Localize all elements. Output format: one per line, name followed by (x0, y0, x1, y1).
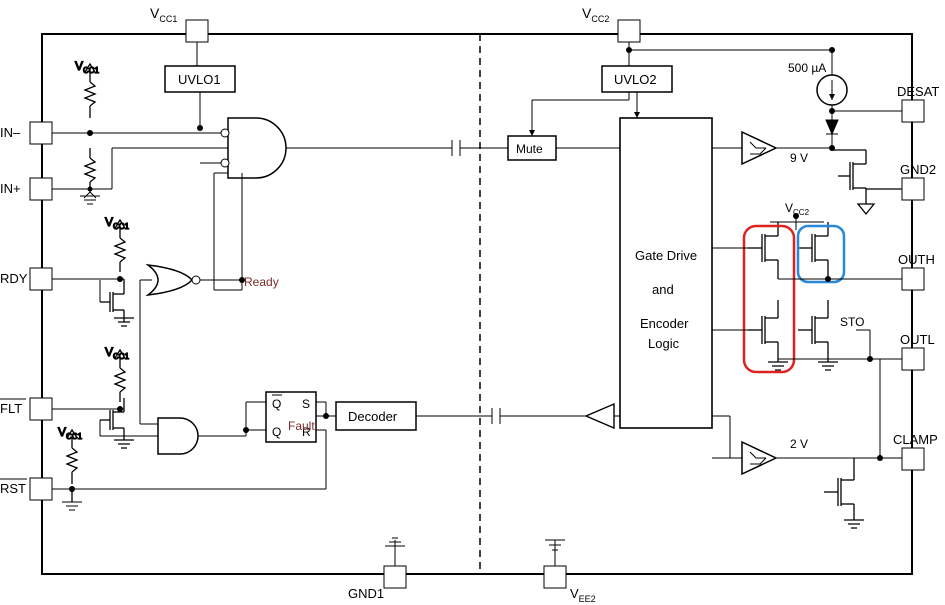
buffer-reverse-icon (586, 404, 614, 428)
pin-outl (902, 348, 924, 370)
label-gnd1: GND1 (348, 586, 384, 601)
pin-clamp (902, 448, 924, 470)
label-vcc2: VCC2 (582, 5, 609, 24)
and-gate (200, 118, 286, 290)
svg-text:9 V: 9 V (790, 151, 808, 165)
label-vcc1: VCC1 (150, 5, 177, 24)
highlight-blue (798, 226, 844, 282)
svg-text:UVLO1: UVLO1 (178, 72, 221, 87)
svg-text:GND2: GND2 (900, 162, 936, 177)
pin-flt (30, 398, 52, 420)
svg-text:Encoder: Encoder (640, 316, 689, 331)
label-vee2: VEE2 (570, 586, 596, 604)
svg-text:FLT: FLT (0, 401, 22, 416)
svg-text:CLAMP: CLAMP (893, 432, 938, 447)
mosfet-gnd2 (838, 150, 874, 214)
pin-vee2 (544, 566, 566, 588)
mosfet-outh-hs-a (748, 222, 778, 279)
svg-text:IN–: IN– (0, 125, 21, 140)
left-pin-group: IN– IN+ RDY FLT RST (0, 122, 52, 500)
vee2-symbol (545, 540, 565, 566)
right-pin-group: DESAT GND2 OUTH OUTL CLAMP (893, 84, 939, 470)
block-diagram: VCC1 VCC2 GND1 VEE2 IN– IN+ RDY FLT RST … (0, 0, 945, 605)
svg-text:IN+: IN+ (0, 181, 21, 196)
svg-text:Mute: Mute (516, 142, 543, 156)
svg-text:Logic: Logic (648, 336, 680, 351)
pin-vcc1 (186, 20, 208, 42)
diode-icon (826, 120, 838, 134)
label-sto: STO (840, 315, 864, 329)
svg-text:Q: Q (272, 425, 281, 439)
output-mosfets (748, 150, 902, 370)
comparator-9v (742, 132, 776, 164)
svg-text:VCC1: VCC1 (105, 215, 130, 231)
svg-text:500 µA: 500 µA (788, 61, 826, 75)
block-gate-drive (620, 118, 712, 428)
isolation-cap-rev (492, 408, 500, 424)
comparator-2v (742, 442, 776, 474)
mosfet-flt (100, 398, 134, 448)
pin-vcc2 (618, 20, 640, 42)
svg-text:S: S (302, 397, 310, 411)
isolation-cap-fwd (452, 140, 460, 156)
pin-in-minus (30, 122, 52, 144)
pin-rst (30, 478, 52, 500)
svg-text:VCC1: VCC1 (105, 345, 130, 361)
svg-text:and: and (652, 282, 674, 297)
pin-gnd1 (384, 566, 406, 588)
gnd1-symbol (385, 538, 405, 566)
pin-gnd2 (902, 178, 924, 200)
mosfet-rdy (100, 279, 134, 326)
nor-gate (148, 265, 200, 295)
and-gate-flt (158, 418, 198, 454)
pin-desat (902, 100, 924, 122)
svg-text:VCC1: VCC1 (75, 59, 100, 75)
svg-text:RST: RST (0, 481, 26, 496)
svg-text:RDY: RDY (0, 271, 28, 286)
svg-text:2 V: 2 V (790, 437, 808, 451)
pin-outh (902, 268, 924, 290)
mosfet-clamp (824, 458, 864, 528)
svg-text:Decoder: Decoder (348, 409, 398, 424)
svg-text:Gate Drive: Gate Drive (635, 248, 697, 263)
pullup-resistors: VCC1 VCC1 VCC1 VCC1 (58, 59, 130, 510)
svg-text:UVLO2: UVLO2 (614, 72, 657, 87)
pin-rdy (30, 268, 52, 290)
svg-text:OUTL: OUTL (900, 332, 935, 347)
pin-in-plus (30, 178, 52, 200)
label-ready: Ready (244, 275, 279, 289)
label-fault: Fault (288, 419, 315, 433)
svg-text:Q: Q (272, 397, 281, 411)
mosfet-outh-hs-b (798, 222, 828, 279)
svg-text:DESAT: DESAT (897, 84, 939, 99)
svg-text:OUTH: OUTH (898, 252, 935, 267)
